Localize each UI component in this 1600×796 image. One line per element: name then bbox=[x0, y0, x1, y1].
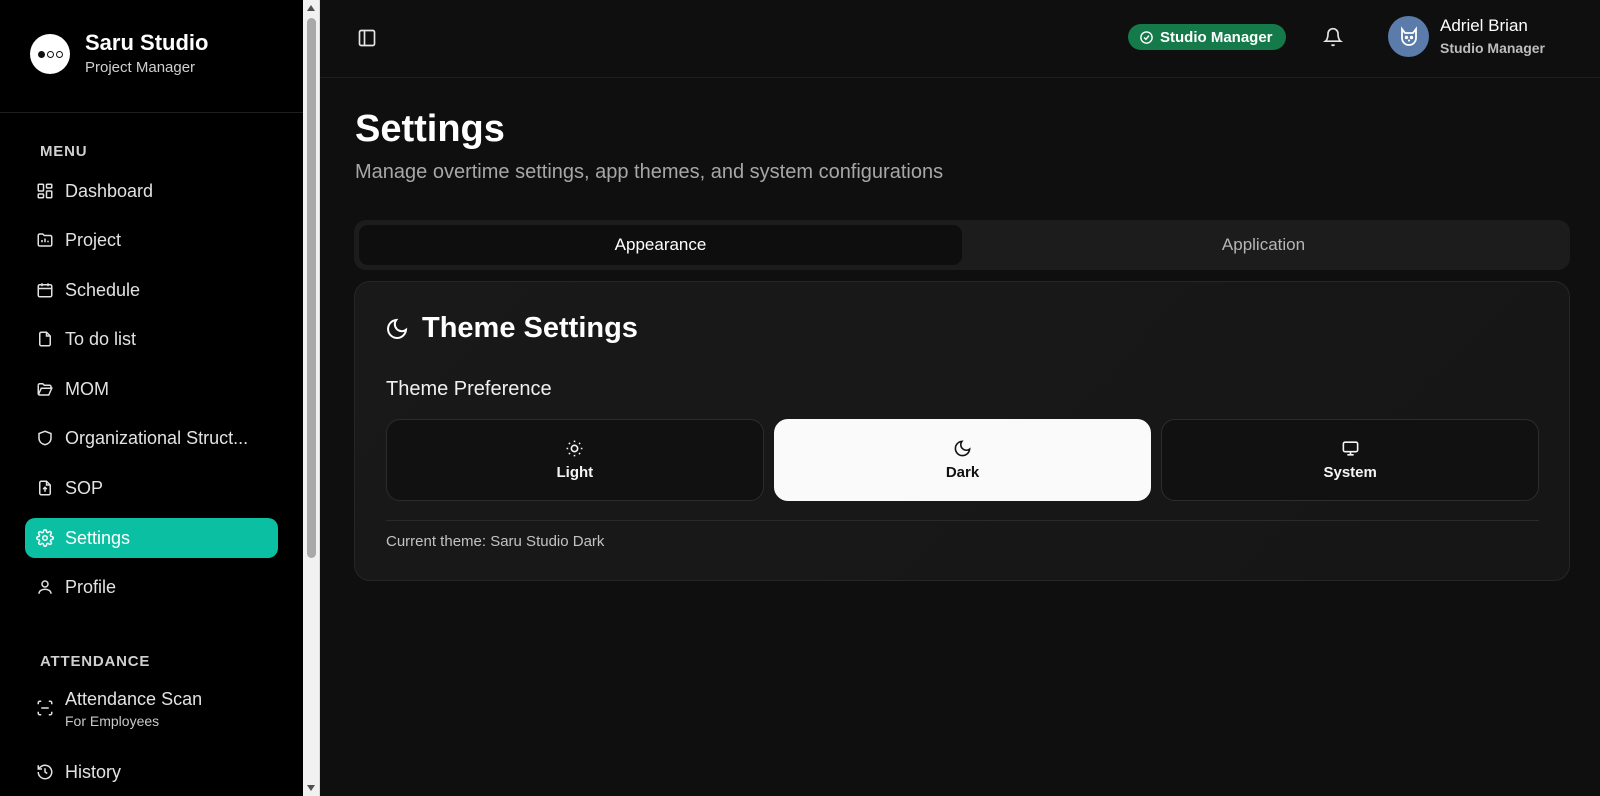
theme-settings-card: Theme Settings Theme Preference Light Da… bbox=[354, 281, 1570, 581]
sidebar-item-label: To do list bbox=[65, 328, 137, 349]
shield-icon bbox=[38, 430, 52, 446]
sidebar-item-sop[interactable]: SOP bbox=[25, 468, 278, 508]
sidebar-item-schedule[interactable]: Schedule bbox=[25, 270, 278, 310]
sidebar-item-label: Organizational Struct... bbox=[65, 427, 249, 448]
document-icon bbox=[39, 331, 51, 347]
page-title: Settings bbox=[355, 108, 505, 150]
role-badge: Studio Manager bbox=[1128, 24, 1286, 50]
dashboard-icon bbox=[37, 183, 53, 199]
scroll-down-arrow-icon[interactable] bbox=[303, 780, 319, 796]
theme-option-label: System bbox=[1323, 464, 1377, 481]
sidebar-item-settings[interactable]: Settings bbox=[25, 518, 278, 558]
top-bar: Studio Manager Adriel Brian Studio Manag… bbox=[320, 0, 1600, 78]
avatar bbox=[1388, 16, 1429, 57]
sidebar-item-label: SOP bbox=[65, 477, 104, 498]
sidebar-item-label: Dashboard bbox=[65, 180, 154, 201]
theme-option-dark[interactable]: Dark bbox=[773, 419, 1152, 501]
file-upload-icon bbox=[39, 480, 51, 496]
monitor-icon bbox=[1342, 441, 1359, 456]
sidebar-item-label: Settings bbox=[65, 527, 131, 548]
notifications-button[interactable] bbox=[1320, 24, 1346, 50]
main-content: Studio Manager Adriel Brian Studio Manag… bbox=[320, 0, 1600, 796]
sidebar-item-label: History bbox=[65, 761, 122, 782]
theme-settings-header: Theme Settings bbox=[385, 312, 638, 345]
sidebar-item-dashboard[interactable]: Dashboard bbox=[25, 171, 278, 211]
page-subtitle: Manage overtime settings, app themes, an… bbox=[355, 161, 944, 183]
app-root: Saru Studio Project Manager MENU Dashboa… bbox=[0, 0, 1600, 796]
theme-preference-label: Theme Preference bbox=[386, 378, 552, 400]
sidebar-panel-icon bbox=[358, 29, 376, 47]
sidebar-item-history[interactable]: History bbox=[25, 752, 278, 792]
theme-option-label: Light bbox=[556, 464, 594, 481]
card-divider bbox=[386, 520, 1539, 521]
role-badge-label: Studio Manager bbox=[1160, 28, 1273, 46]
moon-icon bbox=[387, 318, 408, 339]
brand-divider bbox=[0, 112, 303, 113]
history-icon bbox=[37, 764, 53, 780]
sidebar-item-label: Project bbox=[65, 229, 122, 250]
brand[interactable]: Saru Studio Project Manager bbox=[30, 30, 209, 76]
sidebar-item-todo[interactable]: To do list bbox=[25, 319, 278, 359]
theme-option-system[interactable]: System bbox=[1161, 419, 1540, 501]
scroll-up-arrow-icon[interactable] bbox=[303, 0, 319, 16]
moon-icon bbox=[954, 440, 971, 457]
sidebar-item-profile[interactable]: Profile bbox=[25, 567, 278, 607]
sidebar-item-label: Profile bbox=[65, 576, 117, 597]
scan-icon bbox=[37, 700, 53, 716]
theme-settings-title: Theme Settings bbox=[422, 312, 638, 344]
user-role: Studio Manager bbox=[1440, 40, 1546, 56]
sidebar-item-label: MOM bbox=[65, 378, 109, 399]
brand-name: Saru Studio bbox=[85, 30, 209, 55]
tab-appearance[interactable]: Appearance bbox=[359, 225, 962, 265]
theme-option-light[interactable]: Light bbox=[386, 419, 764, 501]
current-theme-text: Current theme: Saru Studio Dark bbox=[386, 533, 605, 550]
sidebar-item-label: Schedule bbox=[65, 279, 141, 300]
sidebar-item-project[interactable]: Project bbox=[25, 220, 278, 260]
scrollbar-thumb[interactable] bbox=[307, 18, 316, 558]
theme-option-label: Dark bbox=[945, 464, 980, 481]
check-circle-icon bbox=[1140, 30, 1153, 44]
attendance-section-label: ATTENDANCE bbox=[40, 653, 151, 670]
calendar-icon bbox=[37, 283, 53, 298]
sidebar-scrollbar[interactable] bbox=[303, 0, 320, 796]
theme-options: Light Dark System bbox=[386, 419, 1540, 501]
sun-icon bbox=[566, 440, 583, 457]
tab-application[interactable]: Application bbox=[962, 225, 1565, 265]
cat-avatar-icon bbox=[1400, 25, 1417, 46]
settings-tabs: Appearance Application bbox=[354, 220, 1570, 270]
brand-subtitle: Project Manager bbox=[85, 59, 196, 76]
gear-icon bbox=[36, 529, 54, 547]
sidebar-item-mom[interactable]: MOM bbox=[25, 369, 278, 409]
sidebar-item-label: Attendance Scan bbox=[65, 689, 203, 709]
user-icon bbox=[38, 580, 52, 594]
menu-section-label: MENU bbox=[40, 143, 88, 160]
sidebar: Saru Studio Project Manager MENU Dashboa… bbox=[0, 0, 303, 796]
sidebar-item-sublabel: For Employees bbox=[65, 713, 160, 729]
brand-logo-icon bbox=[30, 34, 70, 74]
folder-open-icon bbox=[37, 383, 53, 396]
sidebar-toggle-button[interactable] bbox=[353, 24, 381, 52]
user-menu[interactable]: Adriel Brian Studio Manager bbox=[1388, 16, 1545, 57]
sidebar-item-attendance-scan[interactable]: Attendance Scan For Employees bbox=[25, 686, 278, 732]
bell-icon bbox=[1323, 27, 1343, 47]
project-icon bbox=[37, 233, 53, 247]
sidebar-item-organizational-structure[interactable]: Organizational Struct... bbox=[25, 418, 278, 458]
user-name: Adriel Brian bbox=[1440, 16, 1528, 35]
